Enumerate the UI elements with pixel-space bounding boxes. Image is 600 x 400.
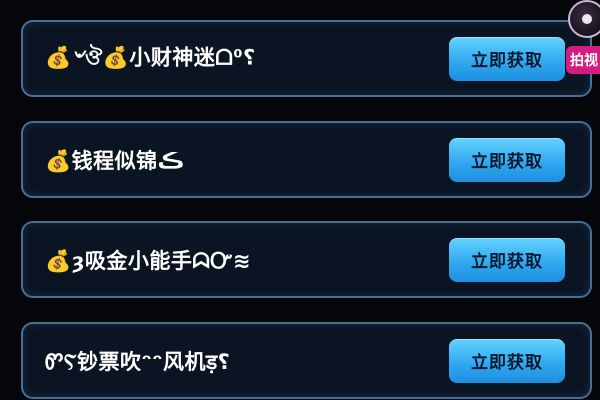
- claim-button[interactable]: 立即获取: [449, 338, 565, 383]
- claim-button[interactable]: 立即获取: [449, 137, 565, 182]
- item-title: ᏛⲊ钞票吹ᵔᵔ风机ड़⸮: [45, 349, 231, 374]
- claim-list-screen: 💰৺ঔ💰小财神迷ᗝ⁰⸮ 立即获取 💰钱程似锦ڪ 立即获取 💰ȝ吸金小能手ᗣᏅ≋ …: [0, 0, 600, 400]
- list-item: 💰৺ঔ💰小财神迷ᗝ⁰⸮ 立即获取: [21, 20, 592, 97]
- list-item: 💰钱程似锦ڪ 立即获取: [21, 121, 592, 198]
- item-title: 💰钱程似锦ڪ: [45, 148, 185, 173]
- claim-button[interactable]: 立即获取: [449, 237, 565, 282]
- item-title: 💰ȝ吸金小能手ᗣᏅ≋: [45, 248, 251, 273]
- list-item: ᏛⲊ钞票吹ᵔᵔ风机ड़⸮ 立即获取: [21, 322, 592, 399]
- list-item: 💰ȝ吸金小能手ᗣᏅ≋ 立即获取: [21, 221, 592, 298]
- record-badge[interactable]: 拍视: [566, 46, 600, 74]
- claim-button[interactable]: 立即获取: [449, 36, 565, 81]
- avatar[interactable]: [568, 0, 600, 38]
- item-title: 💰৺ঔ💰小财神迷ᗝ⁰⸮: [45, 45, 256, 69]
